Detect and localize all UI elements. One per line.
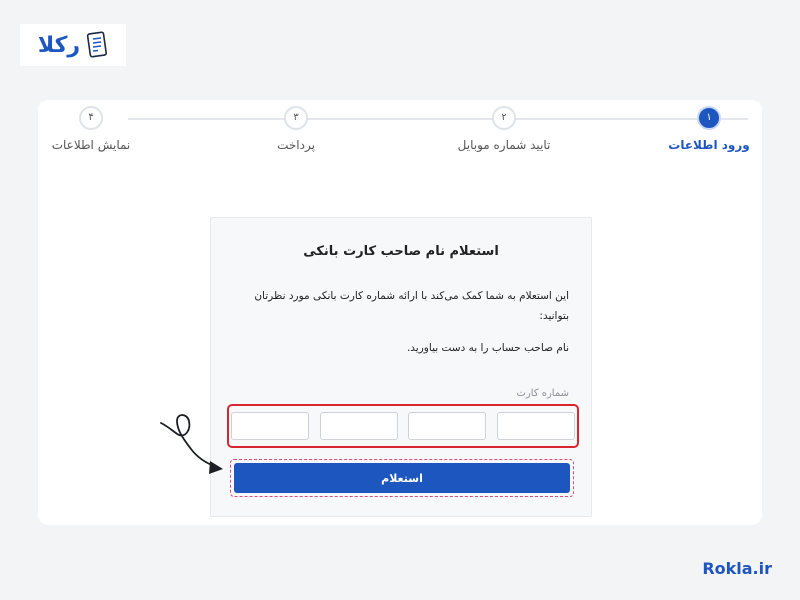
document-icon [86, 31, 108, 58]
card-number-field-1[interactable] [496, 412, 575, 440]
step-number-badge: ۲ [492, 106, 516, 130]
footer-brand: Rokla.ir [702, 559, 772, 578]
form-description: این استعلام به شما کمک می‌کند با ارائه ش… [254, 290, 569, 322]
step-number-badge: ۱ [697, 106, 721, 130]
form-description-result: نام صاحب حساب را به دست بیاورید. [406, 342, 569, 354]
step-verify-mobile[interactable]: ۲ تایید شماره موبایل [434, 106, 574, 152]
card-number-inputs [227, 404, 579, 448]
inquiry-form: استعلام نام صاحب کارت بانکی این استعلام … [210, 217, 592, 517]
main-card: ۱ ورود اطلاعات ۲ تایید شماره موبایل ۳ پر… [38, 100, 762, 525]
step-label: ورود اطلاعات [668, 138, 750, 152]
step-label: پرداخت [277, 138, 315, 152]
step-show-info[interactable]: ۴ نمایش اطلاعات [21, 106, 161, 152]
step-label: نمایش اطلاعات [51, 138, 131, 152]
card-number-field-3[interactable] [319, 412, 398, 440]
step-number-badge: ۳ [284, 106, 308, 130]
step-payment[interactable]: ۳ پرداخت [226, 106, 366, 152]
logo-text: رکلا [37, 32, 81, 58]
step-enter-info[interactable]: ۱ ورود اطلاعات [639, 106, 779, 152]
inquiry-submit-button[interactable]: استعلام [234, 463, 570, 493]
card-number-field-4[interactable] [231, 412, 309, 440]
card-number-label: شماره کارت [516, 388, 569, 399]
form-title: استعلام نام صاحب کارت بانکی [303, 244, 499, 259]
card-number-field-2[interactable] [408, 412, 487, 440]
curly-arrow-icon [160, 414, 223, 474]
step-label: تایید شماره موبایل [457, 138, 551, 152]
brand-logo: رکلا [20, 24, 126, 66]
step-number-badge: ۴ [79, 106, 103, 130]
submit-button-highlight: استعلام [230, 459, 574, 497]
